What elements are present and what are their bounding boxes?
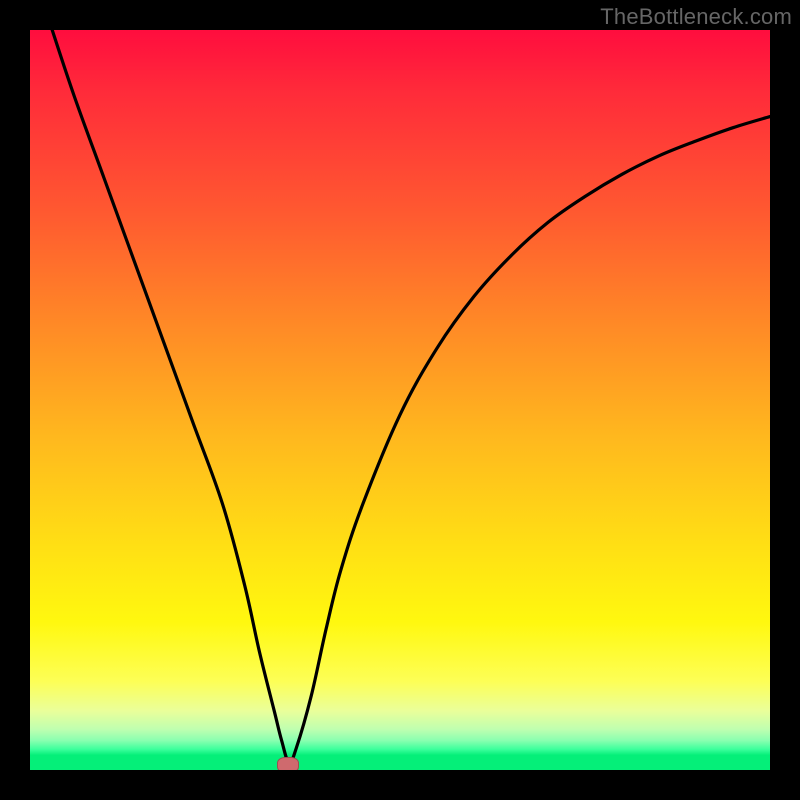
curve-svg [30, 30, 770, 770]
watermark-label: TheBottleneck.com [600, 4, 792, 30]
curve-layer [30, 30, 770, 770]
bottleneck-curve [52, 30, 770, 763]
minimum-marker [277, 757, 299, 770]
plot-area [30, 30, 770, 770]
chart-frame: TheBottleneck.com [0, 0, 800, 800]
